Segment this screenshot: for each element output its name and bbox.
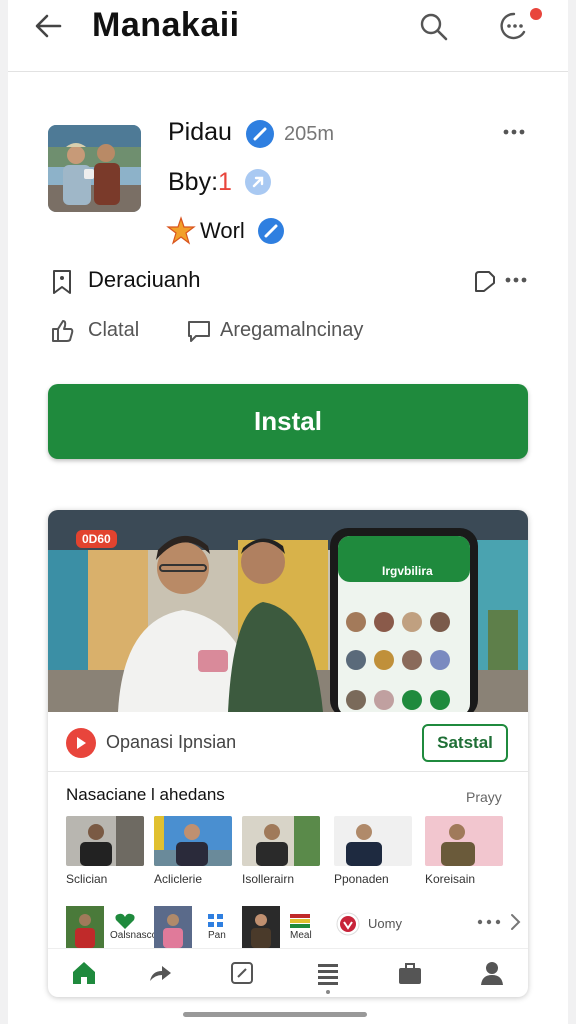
list-item-label: Pponaden bbox=[334, 872, 389, 886]
chat-icon[interactable] bbox=[496, 8, 532, 44]
page-title: Manakaii bbox=[92, 6, 240, 44]
like-label: Clatal bbox=[88, 319, 140, 341]
more-options-icon[interactable] bbox=[504, 270, 528, 290]
avatar[interactable] bbox=[48, 125, 141, 212]
flag-icon bbox=[290, 914, 310, 928]
bby-label: Bby: bbox=[168, 168, 219, 196]
bottom-nav bbox=[48, 948, 528, 997]
post-time: 205m bbox=[284, 123, 335, 145]
phone-app-title: Irgvbilira bbox=[382, 564, 433, 578]
list-item[interactable] bbox=[66, 816, 144, 866]
list-item[interactable] bbox=[334, 816, 412, 866]
profile-name: Pidau bbox=[168, 118, 232, 146]
mini-label: Oalsnasco bbox=[110, 930, 158, 941]
section-title: Deraciuanh bbox=[88, 267, 201, 292]
mini-thumbnail[interactable] bbox=[242, 906, 280, 948]
verified-badge-icon bbox=[258, 218, 284, 244]
save-label: Aregamalncinay bbox=[220, 319, 364, 341]
mini-label: Pan bbox=[208, 930, 226, 941]
home-icon[interactable] bbox=[70, 959, 98, 987]
play-icon bbox=[66, 728, 96, 758]
share-icon[interactable] bbox=[146, 959, 174, 987]
profile-icon[interactable] bbox=[478, 959, 506, 987]
more-options-icon[interactable] bbox=[502, 122, 526, 142]
promo-label: Opanasi Ipnsian bbox=[106, 732, 237, 752]
briefcase-icon[interactable] bbox=[396, 959, 424, 987]
promo-install-button[interactable]: Satstal bbox=[422, 724, 508, 762]
app-logo-icon[interactable] bbox=[336, 912, 360, 936]
list-item[interactable] bbox=[242, 816, 320, 866]
edit-icon[interactable] bbox=[228, 959, 256, 987]
bby-stat: Bby:1 bbox=[168, 168, 232, 197]
list-item-label: Acliclerie bbox=[154, 872, 203, 886]
top-bar: Manakaii bbox=[8, 0, 568, 72]
verified-badge-icon bbox=[246, 120, 274, 148]
link-icon[interactable] bbox=[244, 168, 272, 196]
hero-image[interactable] bbox=[48, 510, 528, 712]
list-title: Nasaciane l ahedans bbox=[66, 785, 225, 804]
list-item[interactable] bbox=[425, 816, 503, 866]
note-icon[interactable] bbox=[472, 269, 498, 295]
notification-dot bbox=[530, 8, 542, 20]
home-indicator[interactable] bbox=[183, 1012, 367, 1017]
list-item-label: Isollerairn bbox=[242, 872, 295, 886]
list-item-label: Sclician bbox=[66, 872, 108, 886]
list-item[interactable] bbox=[154, 816, 232, 866]
list-item-label: Koreisain bbox=[425, 872, 476, 886]
mini-thumbnail[interactable] bbox=[154, 906, 192, 948]
search-icon[interactable] bbox=[418, 8, 450, 44]
app-screen: Manakaii Pidau 205m Bby:1 Worl Deraciuan… bbox=[8, 0, 568, 1024]
more-options-icon[interactable] bbox=[476, 914, 502, 930]
chevron-right-icon[interactable] bbox=[508, 912, 522, 932]
hero-badge: 0D60 bbox=[76, 530, 117, 548]
install-button[interactable]: Instal bbox=[48, 384, 528, 459]
bookmark-icon[interactable] bbox=[50, 268, 74, 296]
list-icon[interactable] bbox=[314, 959, 342, 987]
promo-row: Opanasi Ipnsian Satstal bbox=[48, 712, 528, 772]
mini-label: Meal bbox=[290, 930, 312, 941]
comment-icon[interactable] bbox=[186, 318, 212, 344]
heart-icon[interactable] bbox=[114, 912, 136, 930]
like-icon[interactable] bbox=[50, 318, 76, 344]
world-label: Worl bbox=[200, 218, 245, 243]
grid-icon bbox=[208, 914, 223, 927]
back-arrow-icon[interactable] bbox=[30, 8, 66, 44]
star-icon bbox=[166, 216, 196, 245]
mini-thumbnail[interactable] bbox=[66, 906, 104, 948]
list-more-link[interactable]: Prayy bbox=[466, 789, 502, 805]
mini-label: Uomy bbox=[368, 916, 402, 931]
promo-card: 0D60 Irgvbilira Opanasi Ipnsian Satstal … bbox=[48, 510, 528, 997]
nav-indicator-dot bbox=[326, 990, 330, 994]
bby-value: 1 bbox=[218, 168, 232, 196]
